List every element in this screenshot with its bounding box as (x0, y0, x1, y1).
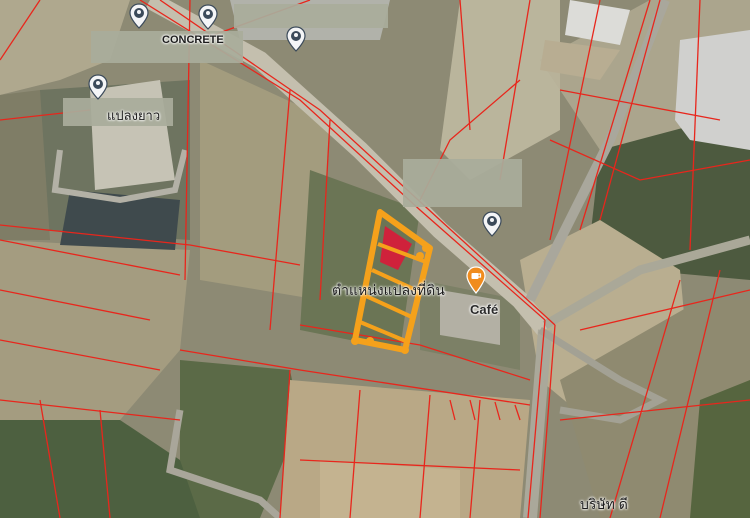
location-pin-icon[interactable] (285, 26, 307, 52)
cafe-icon[interactable] (465, 266, 487, 294)
location-pin-icon[interactable] (87, 74, 109, 100)
location-pin-icon[interactable] (128, 3, 150, 29)
redacted-label-1 (234, 4, 388, 28)
map-view[interactable]: CONCRETE แปลงยาว ตำแหน่งแปลงที่ดิน บริษั… (0, 0, 750, 518)
location-pin-icon[interactable] (197, 4, 219, 30)
location-pin-icon[interactable] (481, 211, 503, 237)
plant-label: แปลงยาว (107, 108, 161, 123)
cafe-label[interactable]: Café (470, 302, 498, 317)
parcel-label: ตำแหน่งแปลงที่ดิน (332, 282, 445, 298)
satellite-imagery (0, 0, 750, 518)
concrete-label: CONCRETE (162, 34, 224, 46)
company-label: บริษัท ดี (580, 496, 628, 512)
redacted-label-4 (403, 159, 522, 207)
